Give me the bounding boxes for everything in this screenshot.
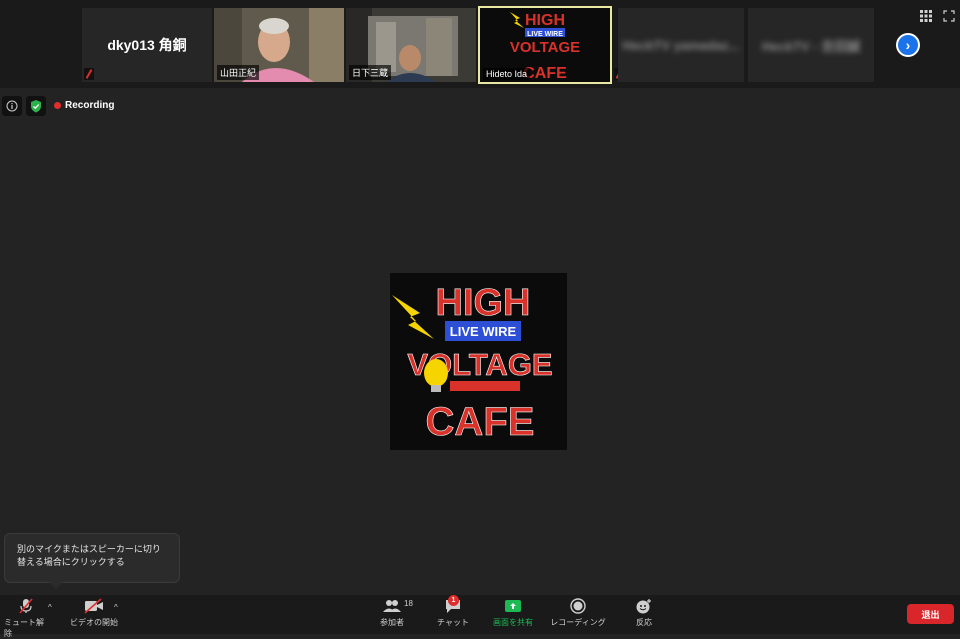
leave-meeting-button[interactable]: 退出 (907, 604, 954, 624)
high-voltage-cafe-logo: HIGH LIVE WIRE VOLTAGE CAFE (390, 273, 567, 450)
participant-name-label: HeckTV yamadaz... (622, 37, 740, 53)
chat-label: チャット (437, 618, 469, 627)
participant-name-label: 日下三蔵 (349, 65, 392, 80)
unmute-button[interactable]: ミュート解除 (4, 598, 48, 639)
logo-line-high: HIGH (436, 282, 531, 324)
record-icon (570, 598, 586, 614)
participant-tile-yamada[interactable]: 山田正紀 (214, 8, 344, 82)
recording-button[interactable]: レコーディング (548, 598, 608, 628)
chat-unread-badge: 1 (448, 595, 459, 606)
participants-label: 参加者 (380, 618, 404, 627)
participant-tile-kusaka[interactable]: 日下三蔵 (346, 8, 476, 82)
security-shield-icon[interactable] (26, 96, 46, 116)
reaction-smiley-icon (636, 599, 651, 614)
leave-label: 退出 (921, 609, 940, 620)
muted-microphone-icon (19, 598, 33, 614)
meeting-info-icon[interactable] (2, 96, 22, 116)
participant-strip: dky013 角銅 山田正紀 日下三蔵 HIGH LIVE WIRE VOLTA… (0, 0, 960, 88)
start-video-button[interactable]: ビデオの開始 (70, 598, 118, 628)
participant-name-label: Hideto Ida (483, 68, 531, 80)
logo-line-cafe: CAFE (426, 400, 535, 444)
participant-tile-blurred-2[interactable]: HeckTV - 吉田誠 (748, 8, 874, 82)
recording-label: Recording (65, 100, 115, 111)
shared-screen-logo: HIGH LIVE WIRE VOLTAGE CAFE (390, 273, 567, 450)
participants-button[interactable]: 参加者 (378, 598, 406, 628)
reactions-button[interactable]: 反応 (632, 598, 656, 628)
participants-icon (383, 600, 401, 612)
participant-tile-dky013[interactable]: dky013 角銅 (82, 8, 212, 82)
recording-indicator: Recording (54, 100, 114, 111)
tooltip-text: 別のマイクまたはスピーカーに切り替える場合にクリックする (17, 544, 161, 567)
unmute-label: ミュート解除 (4, 618, 44, 638)
audio-switch-tooltip: 別のマイクまたはスピーカーに切り替える場合にクリックする (4, 533, 180, 589)
fullscreen-icon[interactable] (943, 10, 955, 22)
start-video-label: ビデオの開始 (70, 618, 118, 627)
share-screen-icon (505, 600, 521, 612)
svg-text:VOLTAGE: VOLTAGE (510, 39, 580, 56)
participants-count: 18 (404, 599, 413, 608)
svg-text:HIGH: HIGH (525, 12, 565, 29)
muted-mic-icon (84, 68, 94, 80)
next-page-arrow-icon[interactable]: › (896, 33, 920, 57)
participant-name-label: 山田正紀 (217, 65, 260, 80)
reactions-label: 反応 (636, 618, 652, 627)
participant-tile-hideto-ida[interactable]: HIGH LIVE WIRE VOLTAGE CAFE Hideto Ida (478, 6, 612, 84)
share-screen-label: 画面を共有 (493, 618, 533, 627)
participant-name-label: HeckTV - 吉田誠 (761, 38, 861, 54)
gallery-view-icon[interactable] (920, 10, 932, 22)
svg-text:LIVE WIRE: LIVE WIRE (527, 31, 563, 38)
participant-tile-blurred-1[interactable]: HeckTV yamadaz... (618, 8, 744, 82)
participant-name-label: dky013 角銅 (107, 37, 187, 53)
recording-dot-icon (54, 102, 61, 109)
logo-line-live-wire: LIVE WIRE (450, 324, 517, 339)
meeting-toolbar: ミュート解除 ^ ビデオの開始 ^ 参加者 18 1 チャット 画面を共有 レコ… (0, 595, 960, 638)
video-off-icon (84, 598, 103, 614)
audio-options-caret-icon[interactable]: ^ (48, 603, 52, 612)
share-screen-button[interactable]: 画面を共有 (490, 598, 536, 628)
video-options-caret-icon[interactable]: ^ (114, 603, 118, 612)
recording-button-label: レコーディング (550, 618, 606, 627)
chat-button[interactable]: 1 チャット (436, 595, 470, 628)
